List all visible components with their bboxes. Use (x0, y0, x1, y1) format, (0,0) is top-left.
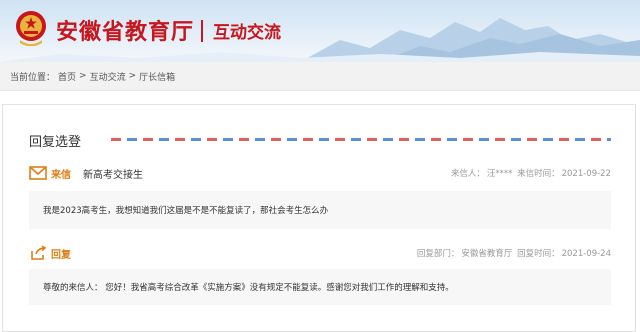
reply-content-text: 尊敬的来信人： 您好！我省高考综合改革《实施方案》没有规定不能复读。感谢您对我们… (43, 283, 454, 293)
letter-date-label: 来信时间： (517, 169, 560, 179)
reply-panel: 回复选登 来信 新高考交接生 来信人： 汪**** 来信时间： 2021-09-22… (2, 104, 636, 332)
letter-content-text: 我是2023高考生，我想知道我们这届是不是不能复读了，那社会考生怎么办 (43, 206, 329, 216)
panel-header: 回复选登 (29, 131, 611, 151)
letter-subject: 新高考交接生 (83, 170, 143, 181)
site-title[interactable]: 安徽省教育厅 (56, 14, 194, 46)
section-title[interactable]: 互动交流 (213, 18, 281, 43)
reply-date-label: 回复时间： (517, 249, 560, 259)
breadcrumb-mailbox[interactable]: 厅长信箱 (139, 70, 175, 83)
reply-meta: 回复部门： 安徽省教育厅 回复时间： 2021-09-24 (415, 247, 611, 259)
reply-header: 回复 回复部门： 安徽省教育厅 回复时间： 2021-09-24 (29, 243, 611, 265)
letter-header: 来信 新高考交接生 来信人： 汪**** 来信时间： 2021-09-22 (29, 163, 611, 185)
breadcrumb: 当前位置： 首页 > 互动交流 > 厅长信箱 (0, 62, 640, 91)
sender-label: 来信人： (450, 169, 485, 179)
title-divider (201, 20, 203, 42)
airmail-stripe (111, 138, 611, 141)
breadcrumb-separator: > (128, 71, 137, 81)
letter-content: 我是2023高考生，我想知道我们这届是不是不能复读了，那社会考生怎么办 (29, 191, 611, 229)
letter-meta: 来信人： 汪**** 来信时间： 2021-09-22 (449, 167, 611, 179)
breadcrumb-separator: > (79, 71, 87, 81)
breadcrumb-interaction[interactable]: 互动交流 (90, 70, 126, 83)
envelope-icon (29, 166, 47, 180)
reply-content: 尊敬的来信人： 您好！我省高考综合改革《实施方案》没有规定不能复读。感谢您对我们… (29, 269, 611, 305)
reply-date-value: 2021-09-24 (561, 249, 611, 259)
site-header: 安徽省教育厅 互动交流 (0, 0, 640, 62)
letter-date-value: 2021-09-22 (561, 169, 611, 179)
letter-label: 来信 (51, 170, 71, 181)
panel-title: 回复选登 (29, 135, 82, 150)
breadcrumb-prefix: 当前位置： (10, 72, 56, 83)
reply-arrow-icon (31, 245, 47, 260)
breadcrumb-home[interactable]: 首页 (58, 70, 76, 83)
reply-dept-label: 回复部门： (416, 249, 460, 259)
reply-dept-value: 安徽省教育厅 (461, 249, 513, 259)
reply-label: 回复 (51, 250, 71, 261)
sender-value: 汪**** (486, 169, 513, 179)
national-emblem-icon (16, 11, 46, 46)
